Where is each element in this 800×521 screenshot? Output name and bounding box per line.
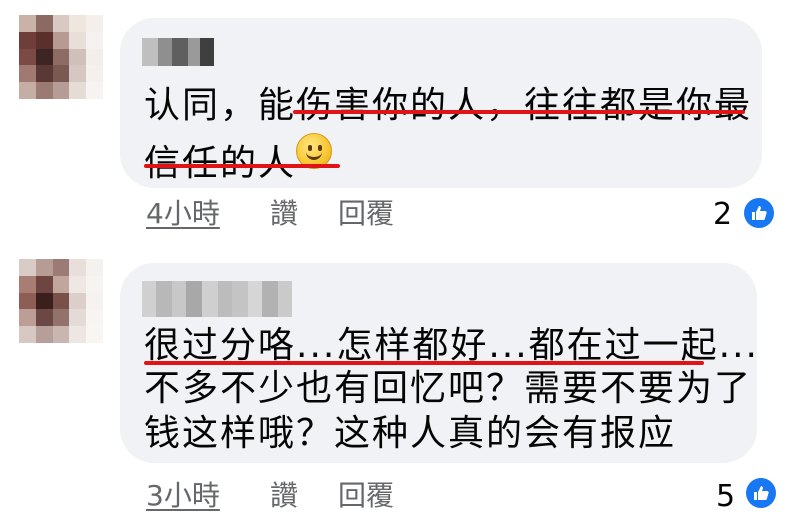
reaction-count[interactable]: 2 bbox=[713, 200, 732, 230]
red-underline bbox=[293, 110, 745, 114]
comment-text-line: 不多不少也有回忆吧？需要不要为了 bbox=[144, 368, 753, 409]
comment-text-line: 钱这样哦？这种人真的会有报应 bbox=[144, 413, 677, 454]
comment-timestamp[interactable]: 3小時 bbox=[146, 482, 220, 510]
avatar[interactable] bbox=[19, 15, 103, 99]
comment-bubble: 认同，能伤害你的人，往往都是你最 信任的人 bbox=[120, 18, 762, 188]
comment-timestamp[interactable]: 4小時 bbox=[146, 200, 220, 228]
reply-button[interactable]: 回覆 bbox=[338, 482, 394, 510]
blurred-commenter-name[interactable] bbox=[142, 38, 214, 66]
comment-text-line: 很过分咯...怎样都好...都在过一起... bbox=[144, 325, 759, 366]
red-underline bbox=[144, 164, 340, 168]
like-icon[interactable] bbox=[746, 478, 776, 508]
comment-text-line: 认同，能伤害你的人，往往都是你最 bbox=[144, 85, 753, 126]
like-button[interactable]: 讚 bbox=[270, 482, 298, 510]
comment-bubble: 很过分咯...怎样都好...都在过一起... 不多不少也有回忆吧？需要不要为了 … bbox=[120, 263, 757, 463]
like-icon[interactable] bbox=[744, 198, 774, 228]
avatar[interactable] bbox=[19, 259, 103, 343]
red-underline bbox=[144, 361, 704, 365]
reaction-count[interactable]: 5 bbox=[716, 482, 735, 512]
reply-button[interactable]: 回覆 bbox=[338, 200, 394, 228]
blurred-commenter-name[interactable] bbox=[142, 281, 292, 317]
like-button[interactable]: 讚 bbox=[270, 200, 298, 228]
